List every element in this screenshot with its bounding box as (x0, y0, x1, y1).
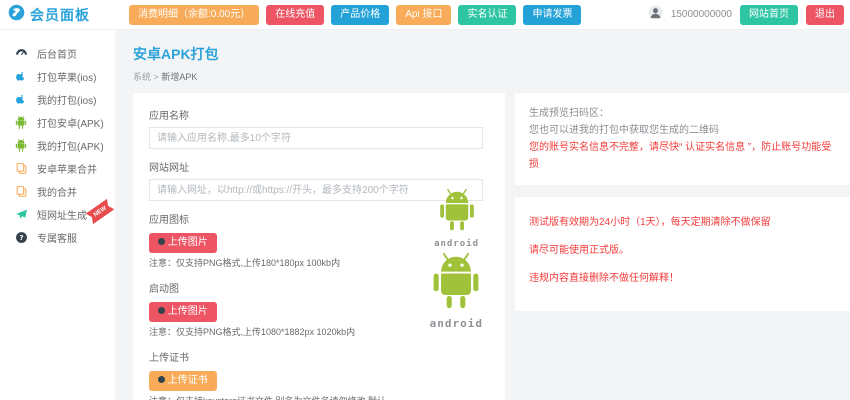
notice-line: 违规内容直接删除不做任何解释！ (529, 269, 836, 284)
product-price-button[interactable]: 产品价格 (331, 5, 389, 25)
upload-icon (158, 376, 165, 383)
sidebar-item-support[interactable]: ? 专属客服 (0, 226, 115, 249)
site-url-input[interactable] (149, 179, 483, 201)
sidebar-item-label: 短网址生成 (37, 207, 87, 222)
avatar (648, 5, 663, 25)
breadcrumb: 系统 > 新增APK (133, 70, 850, 83)
user-phone: 15000000000 (671, 9, 732, 20)
site-home-button[interactable]: 网站首页 (740, 5, 798, 25)
sidebar-item-my-pack-apk[interactable]: 我的打包(APK) (0, 134, 115, 157)
upload-splash-label: 上传图片 (168, 306, 208, 317)
sidebar-item-merge[interactable]: 安卓苹果合并 (0, 157, 115, 180)
upload-app-icon-button[interactable]: 上传图片 (149, 233, 217, 253)
upload-icon (158, 238, 165, 245)
sidebar-item-label: 打包安卓(APK) (37, 115, 104, 130)
sidebar-item-label: 后台首页 (37, 46, 77, 61)
apk-form-card: 应用名称 网站网址 应用图标 上传图片 注意：仅支持PNG格式,上传180*18… (133, 93, 505, 400)
api-button[interactable]: Api 接口 (396, 5, 451, 25)
nav-buttons: 消费明细（余额:0.00元） 在线充值 产品价格 Api 接口 实名认证 申请发… (115, 5, 648, 25)
copy-icon (14, 185, 28, 199)
app-icon-note: 注意：仅支持PNG格式,上传180*180px 100kb内 (149, 257, 389, 270)
sidebar-item-dashboard[interactable]: 后台首页 (0, 42, 115, 65)
nav-right: 15000000000 网站首页 退出 (648, 5, 850, 25)
realname-auth-button[interactable]: 实名认证 (458, 5, 516, 25)
sidebar-item-label: 我的打包(APK) (37, 138, 104, 153)
app-name-label: 应用名称 (149, 107, 489, 122)
upload-splash-button[interactable]: 上传图片 (149, 302, 217, 322)
android-wordmark: android (434, 239, 479, 249)
android-logo-large: android (430, 253, 483, 330)
upload-cert-label: 上传证书 (168, 375, 208, 386)
sidebar: 后台首页 打包苹果(ios) 我的打包(ios) 打包安卓(APK) 我的打包(… (0, 30, 115, 400)
upload-app-icon-label: 上传图片 (168, 237, 208, 248)
main-area: 安卓APK打包 系统 > 新增APK 应用名称 网站网址 应用图标 上传图片 (115, 30, 850, 400)
sidebar-item-label: 我的合并 (37, 184, 77, 199)
recharge-button[interactable]: 在线充值 (266, 5, 324, 25)
preview-line-1: 生成预览扫码区： (529, 105, 836, 122)
sidebar-item-label: 专属客服 (37, 230, 77, 245)
android-icon (14, 139, 28, 153)
android-robot-icon (430, 253, 482, 314)
android-logo-small: android (434, 189, 479, 249)
billing-detail-button[interactable]: 消费明细（余额:0.00元） (129, 5, 259, 25)
sidebar-item-pack-ios[interactable]: 打包苹果(ios) (0, 65, 115, 88)
app-name-input[interactable] (149, 127, 483, 149)
sidebar-item-my-pack-ios[interactable]: 我的打包(ios) (0, 88, 115, 111)
android-wordmark: android (430, 317, 483, 330)
site-url-label: 网站网址 (149, 159, 489, 174)
upload-cert-button[interactable]: 上传证书 (149, 371, 217, 391)
android-icon (14, 116, 28, 130)
invoice-button[interactable]: 申请发票 (523, 5, 581, 25)
sidebar-item-label: 打包苹果(ios) (37, 69, 96, 84)
preview-line-2: 您也可以进我的打包中获取您生成的二维码 (529, 122, 836, 139)
right-column: 生成预览扫码区： 您也可以进我的打包中获取您生成的二维码 您的账号实名信息不完整… (515, 93, 850, 311)
sidebar-item-label: 我的打包(ios) (37, 92, 96, 107)
notice-panel: 测试版有效期为24小时（1天），每天定期清除不做保留 请尽可能使用正式版。 违规… (515, 197, 850, 311)
top-navbar: 会员面板 消费明细（余额:0.00元） 在线充值 产品价格 Api 接口 实名认… (0, 0, 850, 30)
apple-icon (14, 70, 28, 84)
realname-warning: 您的账号实名信息不完整，请尽快“ 认证实名信息 ”，防止账号功能受损 (529, 139, 836, 173)
brand-logo-icon (8, 4, 25, 26)
dashboard-icon (14, 47, 28, 61)
new-badge: NEW (86, 199, 115, 225)
notice-line: 请尽可能使用正式版。 (529, 241, 836, 256)
sidebar-item-my-merge[interactable]: 我的合并 (0, 180, 115, 203)
page-title: 安卓APK打包 (133, 44, 850, 64)
sidebar-item-label: 安卓苹果合并 (37, 161, 97, 176)
plane-icon (14, 208, 28, 222)
notice-line: 测试版有效期为24小时（1天），每天定期清除不做保留 (529, 213, 836, 228)
android-robot-icon (437, 189, 477, 236)
brand[interactable]: 会员面板 (0, 4, 115, 26)
cert-note: 注意：仅支持keystore证书文件,别名为文件名请勿修改,默认密码为12345… (149, 395, 389, 400)
splash-note: 注意：仅支持PNG格式,上传1080*1882px 1020kb内 (149, 326, 389, 339)
apple-icon (14, 93, 28, 107)
logout-button[interactable]: 退出 (806, 5, 844, 25)
brand-title: 会员面板 (30, 5, 90, 25)
breadcrumb-root[interactable]: 系统 (133, 72, 151, 82)
cert-label: 上传证书 (149, 349, 489, 364)
svg-text:?: ? (19, 233, 23, 242)
breadcrumb-separator: > (154, 72, 159, 82)
support-icon: ? (14, 231, 28, 245)
breadcrumb-current: 新增APK (161, 72, 197, 82)
sidebar-item-short-url[interactable]: 短网址生成 NEW (0, 203, 115, 226)
sidebar-item-pack-apk[interactable]: 打包安卓(APK) (0, 111, 115, 134)
preview-panel: 生成预览扫码区： 您也可以进我的打包中获取您生成的二维码 您的账号实名信息不完整… (515, 93, 850, 185)
upload-icon (158, 307, 165, 314)
merge-icon (14, 162, 28, 176)
